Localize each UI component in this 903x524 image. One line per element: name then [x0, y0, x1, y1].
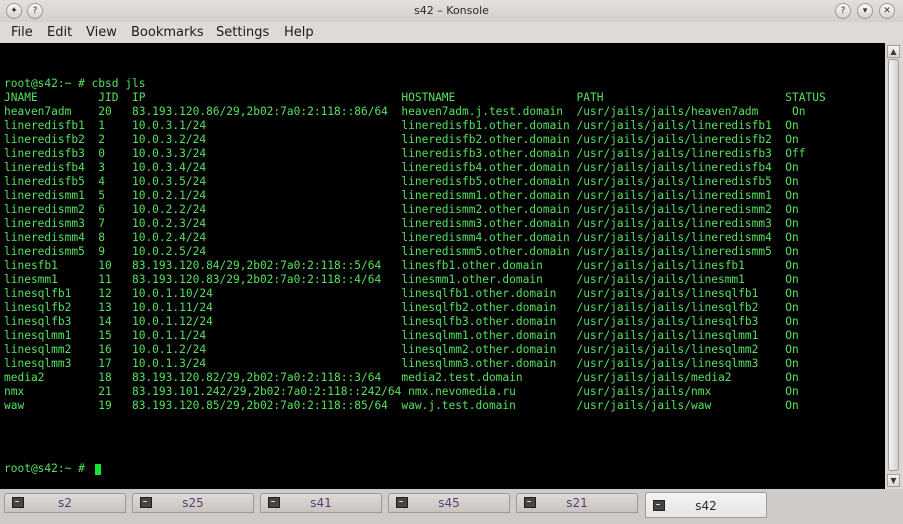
tab-label: s45 [438, 496, 460, 510]
close-icon[interactable]: ✕ [879, 3, 895, 19]
tab-s2[interactable]: s2 [4, 493, 126, 513]
terminal-line: nmx 21 83.193.101.242/29,2b02:7a0:2:118:… [4, 385, 799, 398]
terminal-line: lineredisfb4 3 10.0.3.4/24 lineredisfb4.… [4, 161, 799, 174]
title-bar: ✦ ? s42 – Konsole ? ▾ ✕ [0, 0, 903, 22]
scroll-track[interactable] [888, 59, 899, 471]
terminal-line: linesqlfb3 14 10.0.1.12/24 linesqlfb3.ot… [4, 315, 799, 328]
tab-label: s41 [310, 496, 332, 510]
prompt-line: root@s42:~ # [4, 462, 92, 475]
tab-label: s21 [566, 496, 588, 510]
terminal-output[interactable]: root@s42:~ # cbsd jls JNAME JID IP HOSTNA… [0, 43, 885, 489]
terminal-line: linesfb1 10 83.193.120.84/29,2b02:7a0:2:… [4, 259, 799, 272]
menu-help[interactable]: Help [284, 25, 314, 40]
terminal-line: lineredismm5 9 10.0.2.5/24 lineredismm5.… [4, 245, 799, 258]
menu-file[interactable]: File [11, 25, 33, 40]
menu-bookmarks[interactable]: Bookmarks [131, 25, 204, 40]
terminal-line: linesqlmm1 15 10.0.1.1/24 linesqlmm1.oth… [4, 329, 799, 342]
tab-label: s42 [695, 499, 717, 513]
terminal-line: linesqlmm2 16 10.0.1.2/24 linesqlmm2.oth… [4, 343, 799, 356]
terminal-line: linesqlfb1 12 10.0.1.10/24 linesqlfb1.ot… [4, 287, 799, 300]
terminal-line: lineredisfb2 2 10.0.3.2/24 lineredisfb2.… [4, 133, 799, 146]
help-icon[interactable]: ? [835, 3, 851, 19]
tab-s25[interactable]: s25 [132, 493, 254, 513]
terminal-line: JNAME JID IP HOSTNAME PATH STATUS [4, 91, 826, 104]
tab-label: s25 [182, 496, 204, 510]
minimize-icon[interactable]: ▾ [857, 3, 873, 19]
terminal-line: lineredismm4 8 10.0.2.4/24 lineredismm4.… [4, 231, 799, 244]
terminal-line: lineredismm2 6 10.0.2.2/24 lineredismm2.… [4, 203, 799, 216]
tab-s41[interactable]: s41 [260, 493, 382, 513]
terminal-line: lineredisfb3 0 10.0.3.3/24 lineredisfb3.… [4, 147, 806, 160]
terminal-line: linesmm1 11 83.193.120.83/29,2b02:7a0:2:… [4, 273, 799, 286]
tab-label: s2 [58, 496, 72, 510]
tab-s21[interactable]: s21 [516, 493, 638, 513]
tab-s45[interactable]: s45 [388, 493, 510, 513]
tab-s42[interactable]: s42 [645, 492, 767, 518]
text-cursor [95, 464, 101, 475]
menu-view[interactable]: View [86, 25, 117, 40]
scroll-down-icon[interactable]: ▼ [887, 474, 900, 487]
menu-bar: File Edit View Bookmarks Settings Help [0, 22, 903, 43]
terminal-line: lineredismm3 7 10.0.2.3/24 lineredismm3.… [4, 217, 799, 230]
menu-edit[interactable]: Edit [47, 25, 72, 40]
terminal-line: lineredisfb5 4 10.0.3.5/24 lineredisfb5.… [4, 175, 799, 188]
terminal-line: heaven7adm 20 83.193.120.86/29,2b02:7a0:… [4, 105, 806, 118]
terminal-line: lineredismm1 5 10.0.2.1/24 lineredismm1.… [4, 189, 799, 202]
tab-bar: s2 s25 s41 s45 s21 s42 [0, 489, 903, 524]
terminal-line: lineredisfb1 1 10.0.3.1/24 lineredisfb1.… [4, 119, 799, 132]
terminal-line: media2 18 83.193.120.82/29,2b02:7a0:2:11… [4, 371, 799, 384]
terminal-line: root@s42:~ # cbsd jls [4, 77, 146, 90]
scroll-handle[interactable] [888, 59, 899, 471]
scroll-up-icon[interactable]: ▲ [887, 45, 900, 58]
menu-settings[interactable]: Settings [216, 25, 269, 40]
terminal-line: waw 19 83.193.120.85/29,2b02:7a0:2:118::… [4, 399, 799, 412]
vertical-scrollbar[interactable]: ▲ ▼ [885, 43, 903, 489]
terminal-line: linesqlmm3 17 10.0.1.3/24 linesqlmm3.oth… [4, 357, 799, 370]
terminal-line: linesqlfb2 13 10.0.1.11/24 linesqlfb2.ot… [4, 301, 799, 314]
window-title: s42 – Konsole [414, 4, 489, 17]
